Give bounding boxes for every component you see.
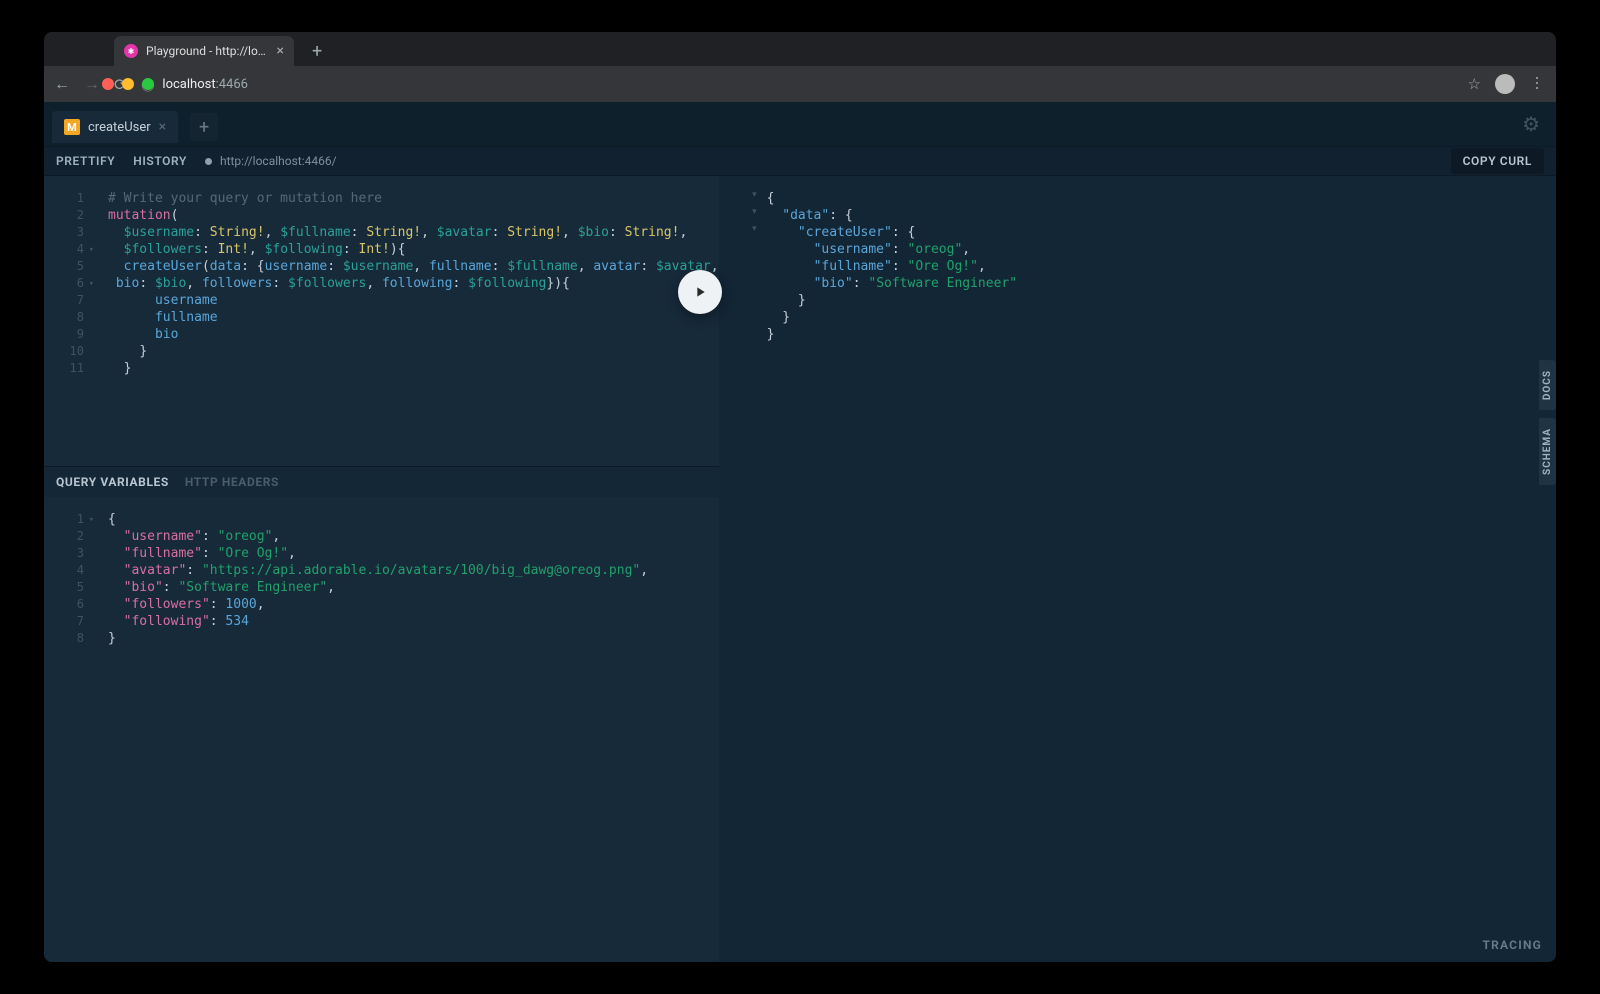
endpoint-url: http://localhost:4466/ [220,154,337,168]
mutation-badge: M [64,119,80,135]
endpoint-status-icon [205,158,212,165]
query-code[interactable]: # Write your query or mutation here muta… [94,190,719,452]
playground-tab-title: createUser [88,120,151,135]
prettify-button[interactable]: PRETTIFY [56,154,115,168]
playground-tab[interactable]: M createUser × [52,111,178,143]
new-browser-tab-button[interactable]: + [304,37,330,66]
close-tab-icon[interactable]: × [277,44,284,58]
nav-forward-button[interactable]: → [84,74,100,94]
line-gutter: 123 456 789 1011 [44,190,94,452]
window-minimize-icon[interactable] [122,78,134,90]
tracing-toggle[interactable]: TRACING [1483,938,1543,952]
settings-gear-icon[interactable]: ⚙ [1522,112,1548,136]
graphql-favicon-icon: ✱ [124,44,138,58]
docs-panel-toggle[interactable]: DOCS [1539,360,1556,410]
browser-addrbar: ← → ⟳ ⓘ localhost:4466 ☆ ⋯ [44,66,1556,102]
browser-tab-title: Playground - http://localhost:4… [146,44,269,58]
url-host: localhost [162,77,215,92]
window-close-icon[interactable] [102,78,114,90]
playground-root: M createUser × + ⚙ PRETTIFY HISTORY http… [44,102,1556,962]
query-editor[interactable]: 123 456 789 1011 # Write your query or m… [44,176,719,466]
execute-button[interactable] [678,270,722,314]
http-headers-tab[interactable]: HTTP HEADERS [185,475,279,489]
play-icon [692,284,708,300]
browser-tab[interactable]: ✱ Playground - http://localhost:4… × [114,36,294,66]
copy-curl-button[interactable]: COPY CURL [1451,148,1544,174]
variables-editor[interactable]: 123 456 78 { "username": "oreog", "fulln… [44,497,719,962]
playground-toolbar: PRETTIFY HISTORY http://localhost:4466/ … [44,146,1556,176]
add-playground-tab-button[interactable]: + [190,113,218,141]
variables-header: QUERY VARIABLES HTTP HEADERS [44,466,719,497]
nav-back-button[interactable]: ← [54,74,70,94]
schema-panel-toggle[interactable]: SCHEMA [1539,418,1556,485]
query-pane: 123 456 789 1011 # Write your query or m… [44,176,719,962]
response-code[interactable]: { "data": { "createUser": { "username": … [763,176,1556,962]
response-pane: ▾▾▾ { "data": { "createUser": { "usernam… [719,176,1556,962]
browser-menu-icon[interactable]: ⋯ [1529,76,1547,93]
profile-avatar[interactable] [1495,74,1515,94]
variables-code[interactable]: { "username": "oreog", "fullname": "Ore … [94,511,719,948]
history-button[interactable]: HISTORY [133,154,187,168]
endpoint-input[interactable]: http://localhost:4466/ [205,154,337,168]
bookmark-icon[interactable]: ☆ [1468,75,1481,93]
url-input[interactable]: ⓘ localhost:4466 [141,75,1453,94]
vars-gutter: 123 456 78 [44,511,94,948]
query-variables-tab[interactable]: QUERY VARIABLES [56,475,169,489]
response-gutter: ▾▾▾ [719,176,763,962]
browser-tabbar: ✱ Playground - http://localhost:4… × + [44,32,1556,66]
url-port: :4466 [216,77,248,92]
window-maximize-icon[interactable] [142,78,154,90]
close-playground-tab-icon[interactable]: × [159,119,166,135]
playground-tabbar: M createUser × + ⚙ [44,102,1556,146]
